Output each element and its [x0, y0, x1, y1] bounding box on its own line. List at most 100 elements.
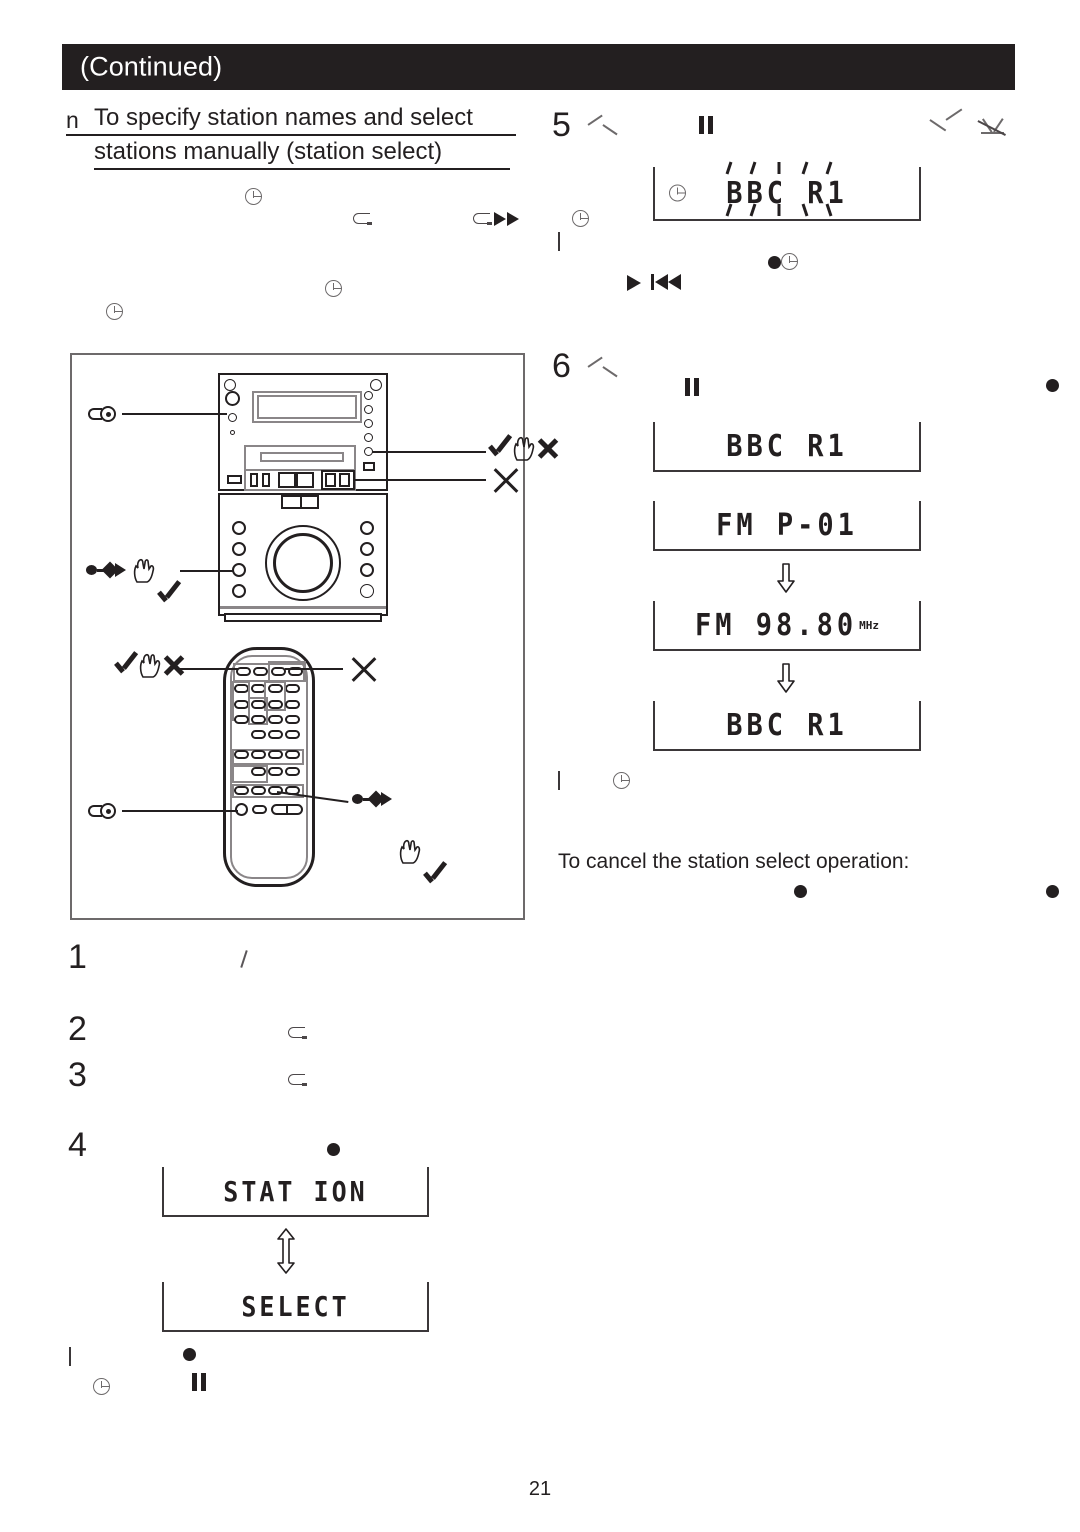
step-number-2: 2 [68, 1010, 87, 1048]
remote-button[interactable] [251, 715, 266, 724]
remote-button[interactable] [285, 767, 300, 776]
power-button[interactable] [225, 391, 240, 406]
x-mark-icon [347, 652, 381, 686]
lcd-display-station: STAT ION [162, 1167, 429, 1217]
section-heading: n To specify station names and select st… [66, 101, 536, 170]
section-bullet: n [66, 107, 79, 133]
lcd-text: FM 98.80 [695, 607, 858, 643]
bullet-dot-icon [1046, 379, 1059, 392]
screw-icon [370, 379, 382, 391]
lcd-text: FM P-01 [716, 507, 858, 543]
transport-button[interactable] [250, 473, 258, 487]
callout-leader [372, 451, 486, 453]
remote-button[interactable] [268, 700, 283, 709]
remote-button[interactable] [285, 715, 300, 724]
lcd-display-select: SELECT [162, 1282, 429, 1332]
clock-icon [245, 188, 262, 205]
remote-button[interactable] [285, 730, 300, 739]
volume-dial-inner[interactable] [273, 533, 333, 593]
remote-button[interactable] [234, 715, 249, 724]
transport-button[interactable] [262, 473, 270, 487]
remote-button[interactable] [251, 786, 266, 795]
pipe-glyph [558, 232, 560, 251]
remote-button[interactable] [285, 684, 300, 693]
down-arrow-icon [775, 663, 797, 693]
eject-button[interactable] [227, 475, 242, 484]
chevron-up-icon [588, 366, 618, 382]
remote-button[interactable] [285, 750, 300, 759]
repeat-icon [353, 213, 377, 227]
remote-button[interactable] [251, 730, 266, 739]
blink-marks-bottom [725, 203, 849, 219]
transport-button[interactable] [278, 472, 296, 488]
clock-icon [572, 210, 589, 227]
remote-button[interactable] [268, 730, 283, 739]
lcd-display-fm-preset: FM P-01 [653, 501, 921, 551]
remote-button[interactable] [271, 667, 286, 676]
bullet-dot-icon [768, 256, 781, 269]
remote-button[interactable] [252, 805, 267, 814]
callout-leader [122, 810, 238, 812]
lcd-text: SELECT [241, 1289, 350, 1323]
lcd-display-bbc-plain: BBC R1 [653, 422, 921, 472]
check-mark-icon [421, 862, 447, 888]
left-button-highlighted[interactable] [232, 563, 246, 577]
right-button[interactable] [360, 563, 374, 577]
pause-icon [685, 378, 699, 396]
pipe-glyph [69, 1347, 71, 1366]
side-button[interactable] [364, 391, 373, 400]
right-button[interactable] [360, 542, 374, 556]
pointer-icon [352, 790, 398, 808]
cancel-note: To cancel the station select operation: [558, 850, 910, 873]
screw-icon [224, 379, 236, 391]
check-hand-x-marker [112, 652, 186, 684]
transport-button[interactable] [325, 473, 336, 487]
remote-button[interactable] [234, 750, 249, 759]
clock-icon [106, 303, 123, 320]
step-number-4: 4 [68, 1126, 87, 1164]
left-button[interactable] [232, 584, 246, 598]
lcd-unit: MHz [859, 618, 879, 632]
chevron-down-icon [930, 119, 962, 137]
page-number: 21 [528, 1478, 552, 1500]
clock-icon [669, 184, 686, 202]
side-button[interactable] [364, 433, 373, 442]
remote-button[interactable] [234, 786, 249, 795]
remote-button[interactable] [268, 715, 283, 724]
remote-button[interactable] [234, 700, 249, 709]
remote-button[interactable] [236, 667, 251, 676]
bullet-dot-icon [1046, 885, 1059, 898]
remote-button[interactable] [253, 667, 268, 676]
previous-track-icon [651, 274, 685, 290]
callout-leader [180, 570, 234, 572]
repeat-icon [288, 1074, 312, 1088]
remote-button[interactable] [285, 700, 300, 709]
lcd-text: BBC R1 [726, 707, 848, 743]
indicator-dot [230, 430, 235, 435]
repeat-icon [288, 1027, 312, 1041]
side-button[interactable] [364, 419, 373, 428]
hand-icon [398, 838, 422, 864]
left-button[interactable] [232, 521, 246, 535]
key-icon [88, 803, 122, 819]
transport-button[interactable] [296, 472, 314, 488]
side-button-square[interactable] [363, 462, 375, 471]
remote-button[interactable] [251, 767, 266, 776]
crossed-triangle-icon [977, 115, 1008, 137]
pipe-glyph [558, 771, 560, 790]
callout-leader [122, 413, 227, 415]
hand-icon [512, 435, 536, 461]
remote-button[interactable] [268, 750, 283, 759]
right-button[interactable] [360, 521, 374, 535]
transport-button[interactable] [339, 473, 350, 487]
bullet-dot-icon [327, 1143, 340, 1156]
remote-button[interactable] [268, 767, 283, 776]
clock-icon [325, 280, 342, 297]
indicator-dot [228, 413, 237, 422]
lcd-display-fm-frequency: FM 98.80 MHz [653, 601, 921, 651]
section-heading-line-1: To specify station names and select [66, 101, 544, 136]
down-arrow-icon [775, 563, 797, 593]
side-button[interactable] [364, 405, 373, 414]
remote-button[interactable] [251, 750, 266, 759]
left-button[interactable] [232, 542, 246, 556]
